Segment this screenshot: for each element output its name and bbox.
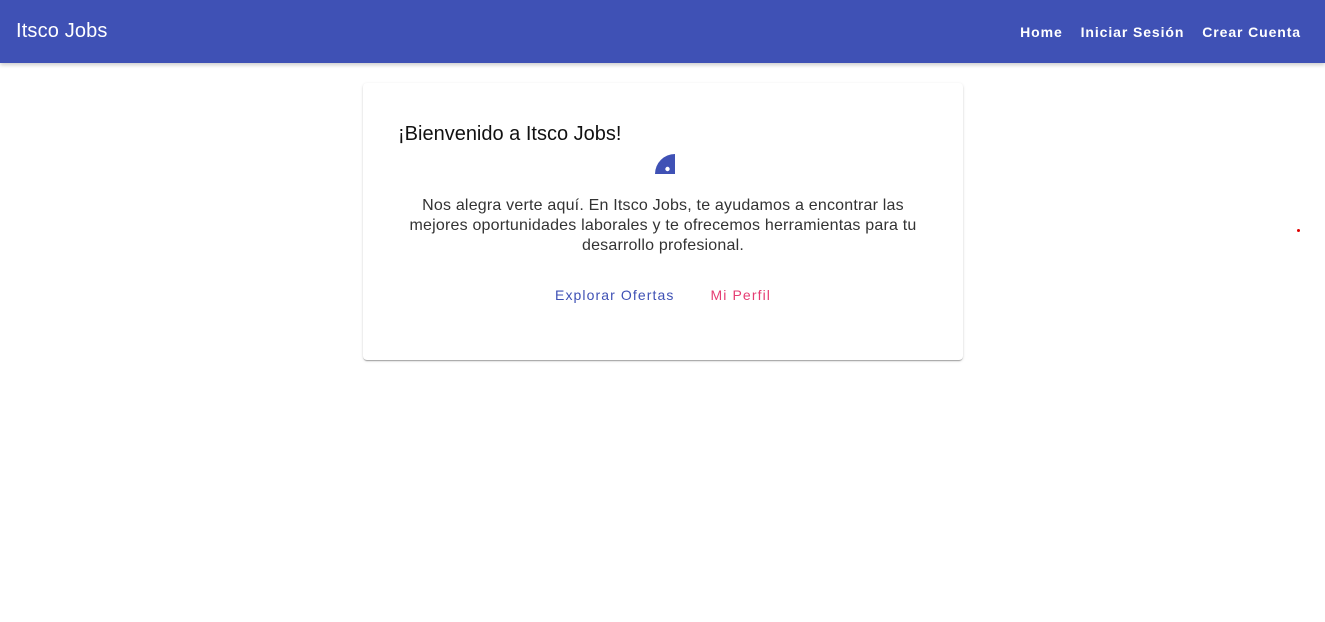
my-profile-button[interactable]: Mi Perfil <box>703 281 779 309</box>
top-nav: Home Iniciar Sesión Crear Cuenta <box>1010 0 1309 63</box>
card-actions: Explorar Ofertas Mi Perfil <box>363 281 963 309</box>
loading-spinner-icon <box>655 154 675 174</box>
indicator-dot <box>1297 229 1300 232</box>
app-bar: Itsco Jobs Home Iniciar Sesión Crear Cue… <box>0 0 1325 63</box>
nav-home-button[interactable]: Home <box>1012 18 1071 46</box>
welcome-title: ¡Bienvenido a Itsco Jobs! <box>398 123 622 145</box>
explore-offers-button[interactable]: Explorar Ofertas <box>547 281 683 309</box>
nav-login-button[interactable]: Iniciar Sesión <box>1073 18 1193 46</box>
welcome-message: Nos alegra verte aquí. En Itsco Jobs, te… <box>409 197 917 254</box>
nav-register-button[interactable]: Crear Cuenta <box>1194 18 1309 46</box>
welcome-card: ¡Bienvenido a Itsco Jobs! Nos alegra ver… <box>363 83 963 360</box>
app-title[interactable]: Itsco Jobs <box>16 0 108 63</box>
